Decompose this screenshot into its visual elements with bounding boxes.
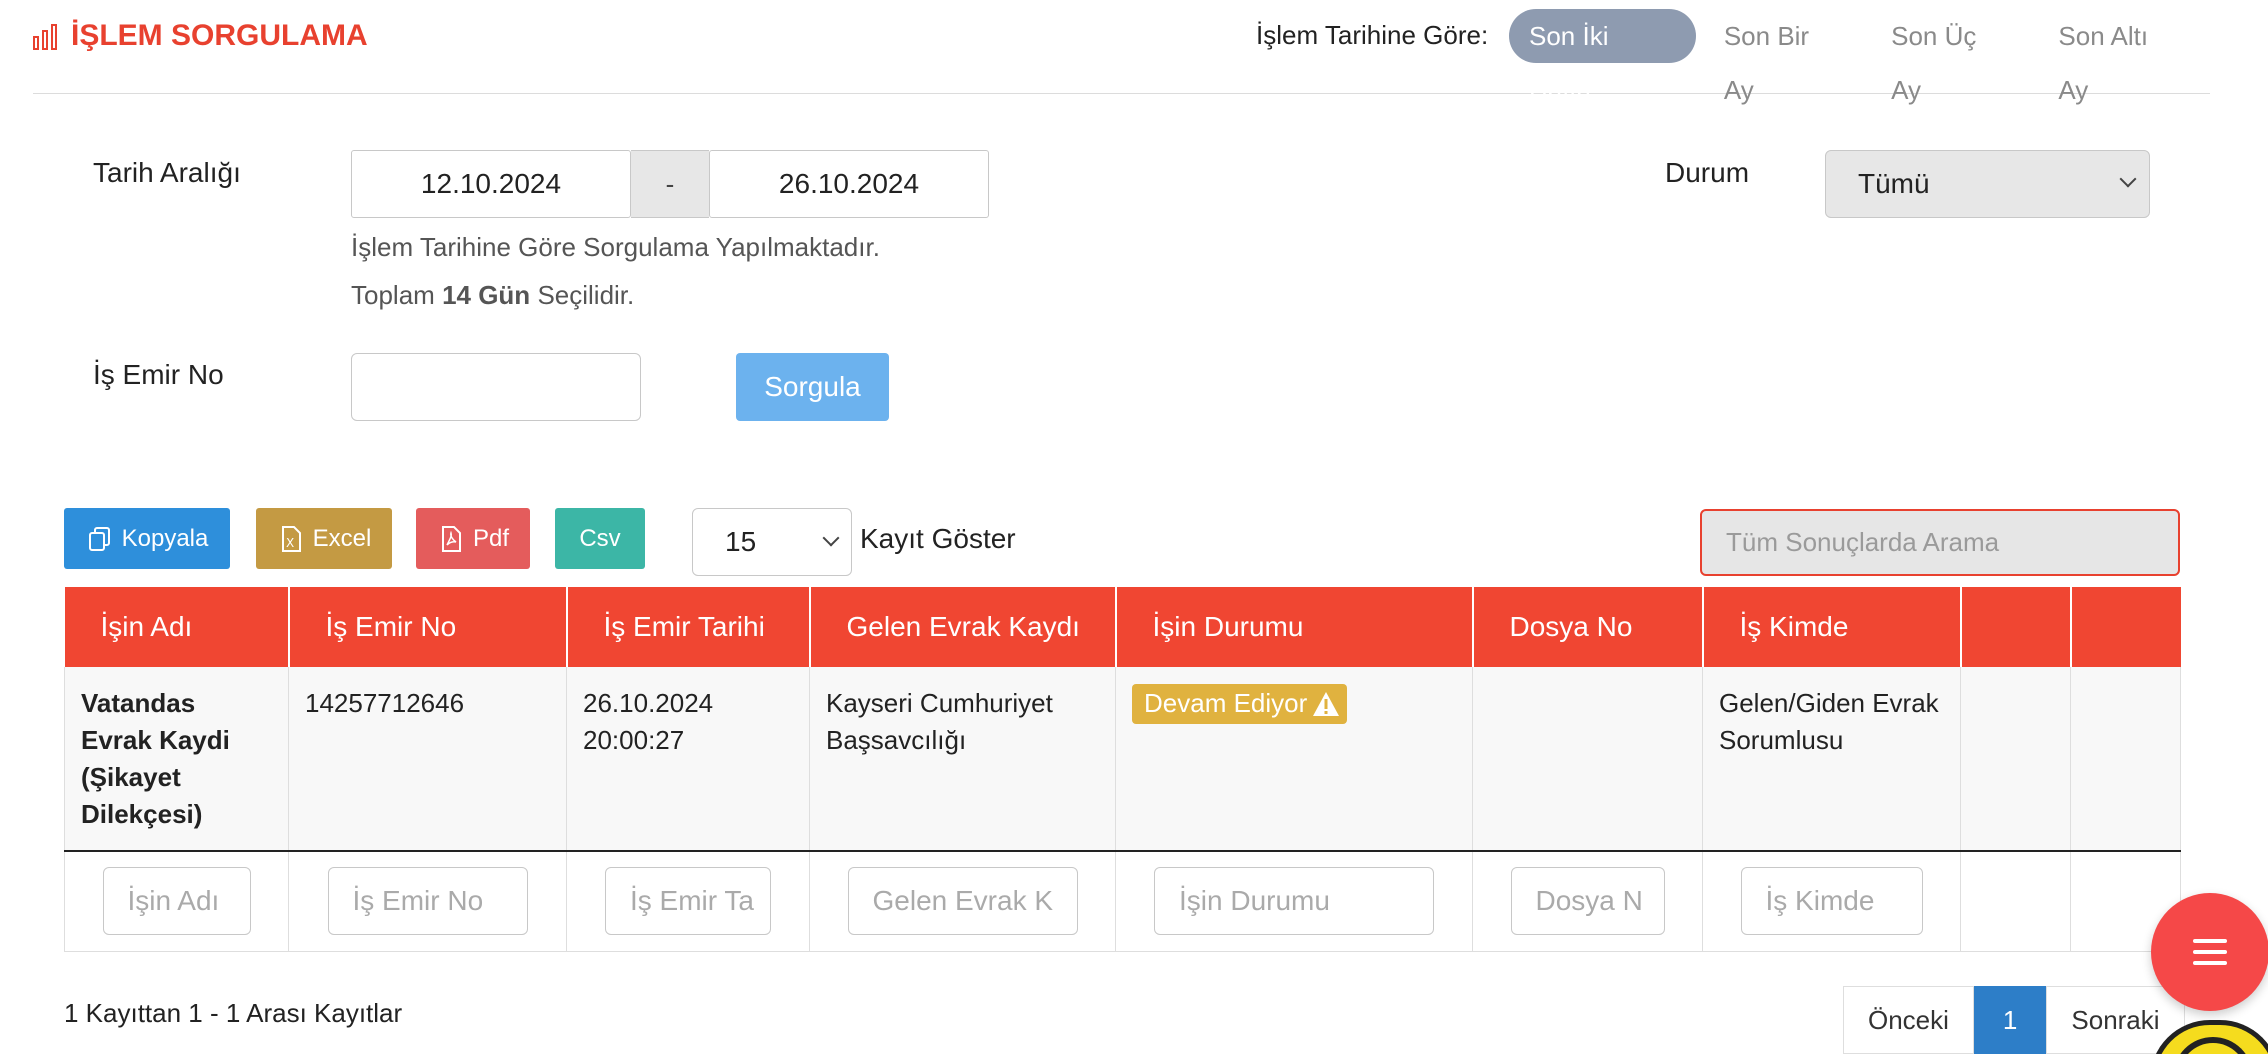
records-info: 1 Kayıttan 1 - 1 Arası Kayıtlar [64,998,403,1028]
chevron-down-icon [2119,170,2137,188]
total-days-prefix: Toplam [351,280,435,310]
table-header-row: İşin Adı İş Emir No İş Emir Tarihi Gelen… [64,587,2181,667]
results-table: İşin Adı İş Emir No İş Emir Tarihi Gelen… [64,587,2181,952]
tab-last-three-months[interactable]: Son Üç Ay [1871,9,2030,105]
filter-cell: Dosya N [1472,851,1703,952]
date-to-input[interactable]: 26.10.2024 [709,150,989,218]
cell-extra-2 [2070,667,2181,852]
page-length-label: Kayıt Göster [860,523,1016,554]
global-search-input[interactable]: Tüm Sonuçlarda Arama [1700,509,2180,576]
total-days-hint: Toplam 14 Gün Seçilidir. [351,280,634,311]
menu-fab-button[interactable] [2151,893,2268,1011]
period-filter-label: İşlem Tarihine Göre: [1256,20,1489,50]
filter-order-date-input[interactable]: İş Emir Ta [605,867,771,936]
query-button[interactable]: Sorgula [736,353,889,421]
status-select-value: Tümü [1858,168,1930,199]
prev-page-button[interactable]: Önceki [1843,986,1974,1054]
cell-incoming-record: Kayseri Cumhuriyet Başsavcılığı [809,667,1116,852]
filter-job-name-input[interactable]: İşin Adı [102,867,251,936]
date-separator: - [631,150,709,218]
cell-job-name: Vatandas Evrak Kaydi (Şikayet Dilekçesi) [64,667,289,852]
pagination: Önceki 1 Sonraki [1843,986,2185,1054]
column-header-assignee[interactable]: İş Kimde [1702,587,1962,667]
hamburger-icon-line [2193,950,2227,954]
assistant-widget-ring [2173,1037,2253,1054]
filter-row: İşin Adı İş Emir No İş Emir Ta Gelen Evr… [64,851,2181,952]
warning-icon [1313,691,1340,716]
column-header-order-no[interactable]: İş Emir No [288,587,568,667]
hamburger-icon-line [2193,961,2227,965]
csv-button-label: Csv [579,524,621,552]
filter-cell: İş Emir No [288,851,567,952]
page-1-button[interactable]: 1 [1973,986,2047,1054]
excel-button-label: Excel [312,524,372,552]
page-header: İŞLEM SORGULAMA İşlem Tarihine Göre: Son… [33,0,2210,105]
page-length-select[interactable]: 15 [692,508,852,576]
cell-order-date: 26.10.2024 20:00:27 [566,667,810,852]
column-header-status[interactable]: İşin Durumu [1115,587,1474,667]
status-label: Durum [1665,157,1750,188]
filter-assignee-input[interactable]: İş Kimde [1740,867,1923,936]
filter-cell: İşin Adı [64,851,289,952]
page-length-value: 15 [725,526,757,557]
pdf-button[interactable]: Pdf [416,508,530,569]
tab-last-six-months[interactable]: Son Altı Ay [2038,9,2202,105]
status-badge: Devam Ediyor [1132,683,1348,724]
column-header-incoming-record[interactable]: Gelen Evrak Kaydı [809,587,1117,667]
cell-file-no [1472,667,1703,852]
cell-extra-1 [1960,667,2071,852]
column-header-file-no[interactable]: Dosya No [1472,587,1704,667]
order-no-label: İş Emir No [93,359,224,390]
filter-cell: İş Emir Ta [566,851,810,952]
status-select[interactable]: Tümü [1825,150,2150,218]
total-days-suffix: Seçilidir. [537,280,635,310]
copy-button-label: Kopyala [121,524,209,552]
filter-cell: İş Kimde [1702,851,1961,952]
date-range-group: 12.10.2024 - 26.10.2024 [351,150,989,218]
pdf-file-icon [441,525,461,552]
column-header-extra-2 [2070,587,2181,667]
table-row[interactable]: Vatandas Evrak Kaydi (Şikayet Dilekçesi)… [64,667,2181,852]
column-header-job-name[interactable]: İşin Adı [64,587,290,667]
hamburger-icon-line [2193,939,2227,943]
tab-last-two-weeks[interactable]: Son İki Hafta [1509,9,1696,105]
date-from-input[interactable]: 12.10.2024 [351,150,631,218]
chevron-down-icon [822,529,840,547]
page-title: İŞLEM SORGULAMA [33,19,368,53]
page-title-text: İŞLEM SORGULAMA [71,19,368,52]
svg-text:X: X [286,536,294,550]
cell-assignee: Gelen/Giden Evrak Sorumlusu [1702,667,1961,852]
query-hint: İşlem Tarihine Göre Sorgulama Yapılmakta… [351,232,880,262]
cell-status: Devam Ediyor [1115,667,1473,852]
copy-button[interactable]: Kopyala [64,508,230,569]
pdf-button-label: Pdf [472,524,510,552]
bar-chart-icon [33,22,63,50]
filter-incoming-record-input[interactable]: Gelen Evrak K [847,867,1078,936]
tab-last-month[interactable]: Son Bir Ay [1704,9,1863,105]
column-header-order-date[interactable]: İş Emir Tarihi [566,587,811,667]
status-badge-text: Devam Ediyor [1144,688,1308,718]
order-no-input[interactable] [351,353,641,421]
excel-file-icon: X [281,525,301,552]
copy-icon [88,526,110,551]
excel-button[interactable]: X Excel [256,508,392,569]
period-tabs: Son İki Hafta Son Bir Ay Son Üç Ay Son A… [1509,9,2210,105]
filter-file-no-input[interactable]: Dosya N [1510,867,1665,936]
cell-order-no: 14257712646 [288,667,567,852]
filter-cell [1960,851,2071,952]
date-range-label: Tarih Aralığı [93,157,241,188]
filter-cell: İşin Durumu [1115,851,1473,952]
total-days-value: 14 Gün [442,280,531,310]
csv-button[interactable]: Csv [555,508,645,569]
column-header-extra-1 [1960,587,2072,667]
filter-order-no-input[interactable]: İş Emir No [327,867,528,936]
filter-status-input[interactable]: İşin Durumu [1154,867,1434,936]
filter-cell: Gelen Evrak K [809,851,1116,952]
